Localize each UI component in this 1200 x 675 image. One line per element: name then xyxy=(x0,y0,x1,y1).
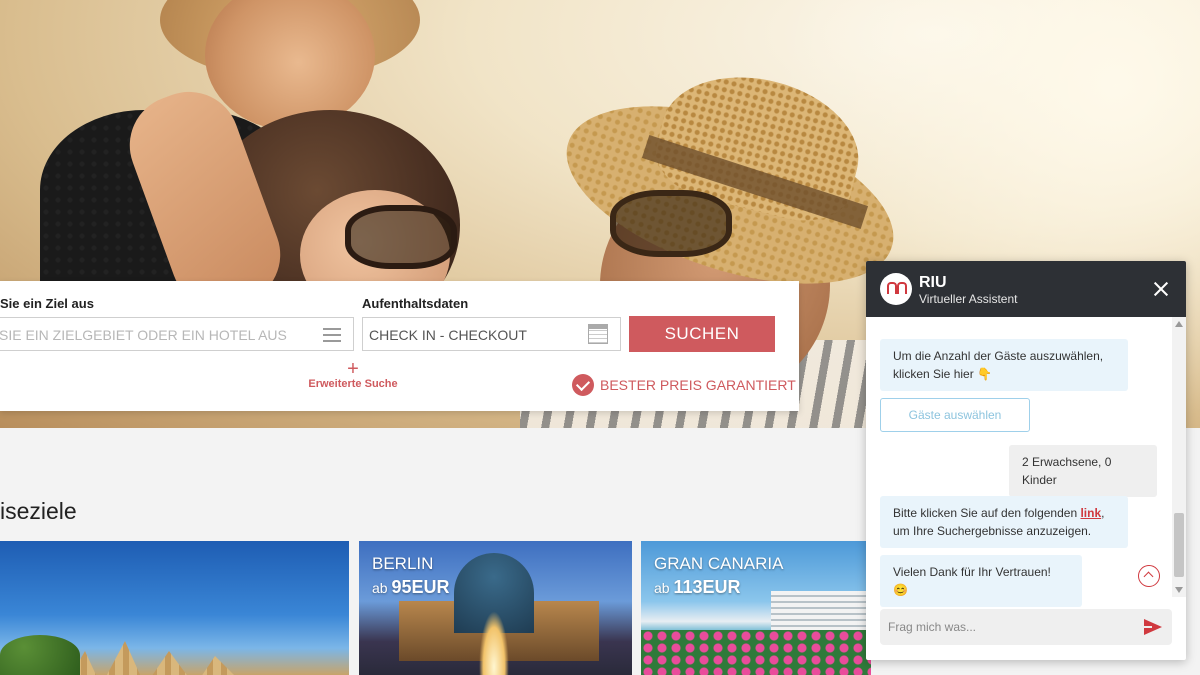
chat-messages[interactable]: Um die Anzahl der Gäste auszuwählen, kli… xyxy=(866,317,1186,607)
hero-mother-sunglasses xyxy=(345,205,457,269)
chat-scrollbar[interactable] xyxy=(1172,317,1186,597)
destination-input[interactable]: SIE EIN ZIELGEBIET ODER EIN HOTEL AUS xyxy=(0,317,354,351)
advanced-search-label: Erweiterte Suche xyxy=(308,378,398,390)
destination-placeholder: SIE EIN ZIELGEBIET ODER EIN HOTEL AUS xyxy=(0,327,287,343)
bot-message: Bitte klicken Sie auf den folgenden link… xyxy=(880,496,1128,548)
user-message: 2 Erwachsene, 0 Kinder xyxy=(1009,445,1157,497)
results-link[interactable]: link xyxy=(1080,506,1101,520)
plus-icon: + xyxy=(347,358,359,380)
chat-input-placeholder: Frag mich was... xyxy=(888,620,977,634)
trees-image xyxy=(0,635,80,675)
chat-subtitle: Virtueller Assistent xyxy=(919,292,1018,306)
chat-title: RIU xyxy=(919,274,947,291)
chevron-up-icon[interactable] xyxy=(1138,565,1160,587)
dates-value: CHECK IN - CHECKOUT xyxy=(369,327,527,343)
card-name: BERLIN xyxy=(372,554,434,573)
calendar-icon[interactable] xyxy=(588,324,608,344)
destinations-title: iseziele xyxy=(0,498,77,524)
chat-input[interactable]: Frag mich was... xyxy=(880,609,1172,645)
scroll-thumb[interactable] xyxy=(1174,513,1184,577)
dates-input[interactable]: CHECK IN - CHECKOUT xyxy=(362,317,621,351)
bot-message: Vielen Dank für Ihr Vertrauen! 😊 xyxy=(880,555,1082,607)
guarantee-label: BESTER PREIS GARANTIERT xyxy=(600,377,796,393)
chat-header: RIU Virtueller Assistent xyxy=(866,261,1186,317)
bot-message: Um die Anzahl der Gäste auszuwählen, kli… xyxy=(880,339,1128,391)
send-icon[interactable] xyxy=(1144,619,1162,635)
close-icon[interactable] xyxy=(1152,280,1170,298)
scroll-up-arrow[interactable] xyxy=(1175,321,1183,327)
card-name: GRAN CANARIA xyxy=(654,554,784,573)
card-price: ab 95EUR xyxy=(372,577,450,597)
hamburger-icon[interactable] xyxy=(323,328,341,342)
fountain-image xyxy=(479,611,509,675)
best-price-guarantee[interactable]: BESTER PREIS GARANTIERT xyxy=(572,374,796,396)
select-guests-button[interactable]: Gäste auswählen xyxy=(880,398,1030,432)
hero-father-sunglasses xyxy=(610,190,732,257)
advanced-search-link[interactable]: + Erweiterte Suche xyxy=(300,358,406,390)
riu-logo xyxy=(880,273,912,305)
hotel-image xyxy=(771,591,871,631)
destination-card-gran-canaria[interactable]: GRAN CANARIA ab 113EUR xyxy=(641,541,871,675)
chat-widget: RIU Virtueller Assistent Um die Anzahl d… xyxy=(866,261,1186,660)
destination-label: Sie ein Ziel aus xyxy=(0,296,94,311)
destination-card-palma[interactable] xyxy=(0,541,349,675)
flowers-image xyxy=(641,630,871,675)
dates-label: Aufenthaltsdaten xyxy=(362,296,469,311)
card-price: ab 113EUR xyxy=(654,577,741,597)
destination-card-berlin[interactable]: BERLIN ab 95EUR xyxy=(359,541,632,675)
scroll-down-arrow[interactable] xyxy=(1175,587,1183,593)
search-button[interactable]: SUCHEN xyxy=(629,316,775,352)
check-badge-icon xyxy=(572,374,594,396)
